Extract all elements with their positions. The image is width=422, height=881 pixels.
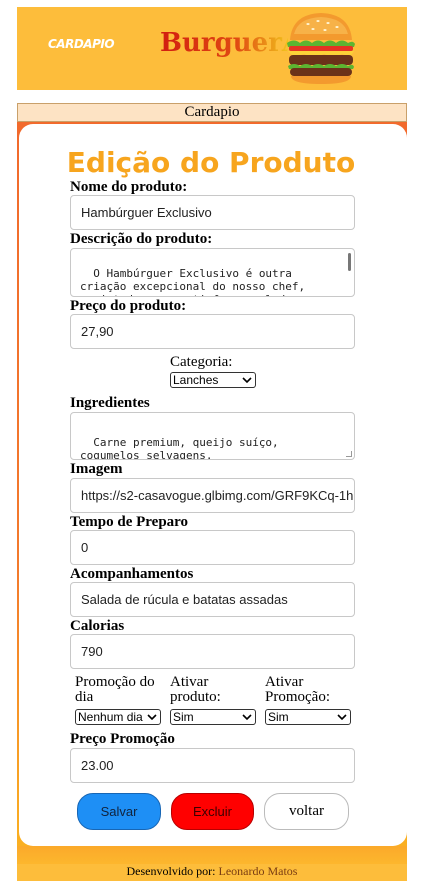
brand-title: BurguerA: [160, 28, 288, 58]
description-label: Descrição do produto:: [70, 231, 213, 247]
promo-price-label: Preço Promoção: [70, 731, 175, 747]
activate-product-label: Ativar produto:: [170, 674, 221, 705]
category-selected: Lanches: [173, 373, 219, 387]
back-button[interactable]: voltar: [264, 793, 349, 830]
activate-product-select[interactable]: Sim: [170, 709, 256, 725]
name-input[interactable]: Hambúrguer Exclusivo: [70, 195, 355, 230]
price-input[interactable]: 27,90: [70, 314, 355, 349]
ingredients-text: Carne premium, queijo suíço, cogumelos s…: [80, 436, 286, 460]
chevron-down-icon: [147, 714, 157, 721]
promo-day-selected: Nenhum dia: [78, 710, 143, 724]
footer: Desenvolvido por: Leonardo Matos: [17, 864, 407, 881]
promo-day-label: Promoção do dia: [75, 674, 155, 705]
description-text: O Hambúrguer Exclusivo é outra criação e…: [80, 267, 312, 296]
author-link[interactable]: Leonardo Matos: [219, 864, 298, 878]
delete-button[interactable]: Excluir: [171, 793, 254, 830]
category-label: Categoria:: [170, 354, 233, 370]
activate-promo-selected: Sim: [268, 710, 289, 724]
image-label: Imagem: [70, 461, 123, 477]
chevron-down-icon: [242, 714, 252, 721]
image-input[interactable]: https://s2-casavogue.glbimg.com/GRF9KCq-…: [70, 478, 355, 513]
activate-product-selected: Sim: [173, 710, 194, 724]
prep-time-label: Tempo de Preparo: [70, 514, 189, 530]
calories-label: Calorias: [70, 618, 125, 634]
prep-time-input[interactable]: 0: [70, 530, 355, 565]
category-select[interactable]: Lanches: [170, 372, 256, 388]
save-button[interactable]: Salvar: [77, 793, 161, 830]
promo-price-input[interactable]: 23.00: [70, 748, 355, 783]
description-scrollbar[interactable]: [348, 253, 351, 271]
name-label: Nome do produto:: [70, 179, 188, 195]
description-textarea[interactable]: O Hambúrguer Exclusivo é outra criação e…: [70, 248, 355, 297]
nav-cardapio-link[interactable]: Cardapio: [17, 103, 407, 122]
chevron-down-icon: [242, 377, 252, 384]
sides-input[interactable]: Salada de rúcula e batatas assadas: [70, 582, 355, 617]
ingredients-label: Ingredientes: [70, 395, 150, 411]
ingredients-textarea[interactable]: Carne premium, queijo suíço, cogumelos s…: [70, 412, 355, 460]
price-label: Preço do produto:: [70, 298, 187, 314]
burger-logo-icon: [287, 13, 355, 84]
activate-promo-label: Ativar Promoção:: [265, 674, 330, 705]
header-spacer: [17, 93, 407, 103]
resize-grip-icon[interactable]: [346, 451, 352, 457]
calories-input[interactable]: 790: [70, 634, 355, 669]
sides-label: Acompanhamentos: [70, 566, 194, 582]
activate-promo-select[interactable]: Sim: [265, 709, 351, 725]
promo-day-select[interactable]: Nenhum dia: [75, 709, 161, 725]
footer-prefix: Desenvolvido por:: [126, 864, 219, 878]
page-title: Edição do Produto: [66, 146, 356, 179]
chevron-down-icon: [337, 714, 347, 721]
logo-text[interactable]: CARDAPIO: [48, 37, 115, 51]
